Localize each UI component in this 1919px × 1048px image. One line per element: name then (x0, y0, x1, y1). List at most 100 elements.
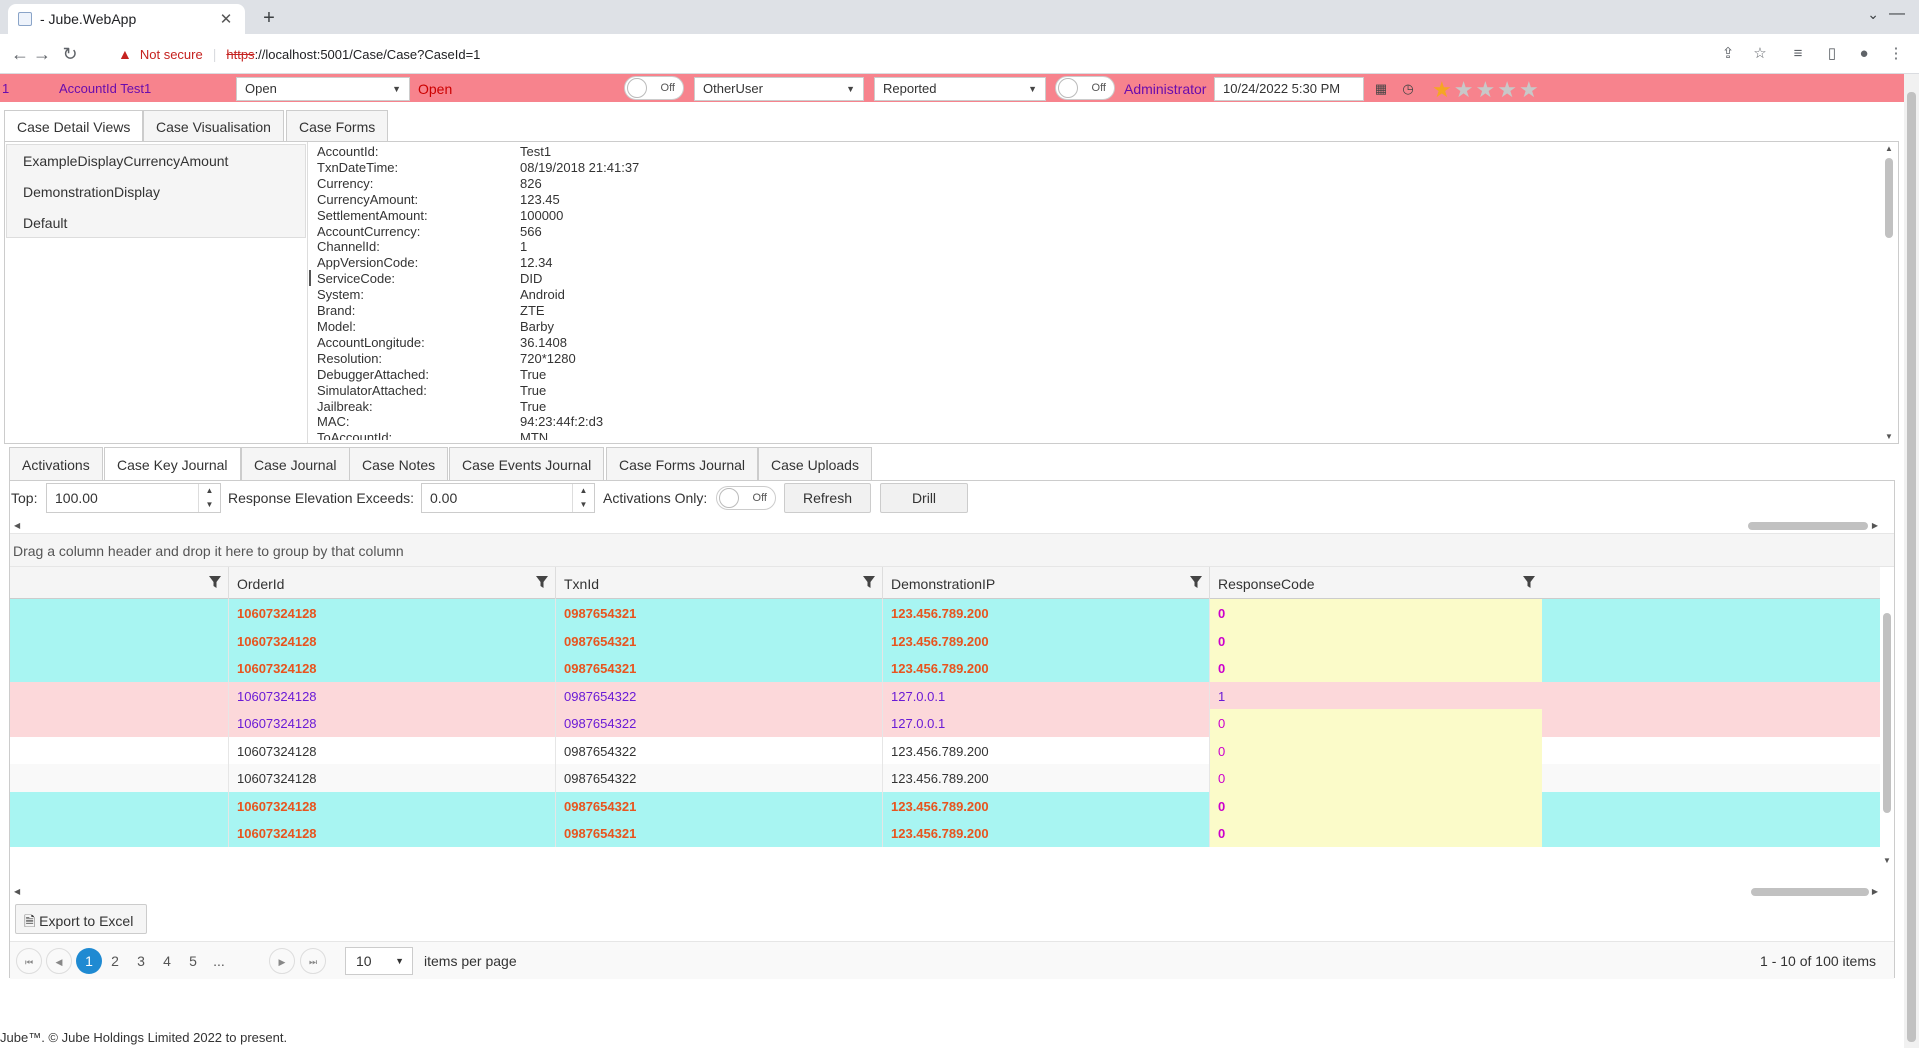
workflow-status-dropdown[interactable]: Reported ▼ (874, 77, 1046, 101)
tab-case-detail-views[interactable]: Case Detail Views (4, 110, 144, 143)
tab-case-key-journal[interactable]: Case Key Journal (104, 447, 241, 482)
table-row[interactable]: 10607324128 0987654322 123.456.789.200 0 (10, 764, 1880, 792)
bookmark-star-icon[interactable]: ☆ (1750, 44, 1770, 64)
toolbar-hscroll-thumb[interactable] (1748, 522, 1868, 530)
star-icon[interactable]: ★ (1497, 77, 1519, 102)
tab-case-journal[interactable]: Case Journal (241, 447, 350, 481)
reload-icon[interactable]: ↻ (58, 42, 82, 66)
next-page-icon[interactable]: ▶ (269, 948, 295, 974)
tab-case-notes[interactable]: Case Notes (349, 447, 449, 481)
tab-case-forms-journal[interactable]: Case Forms Journal (606, 447, 759, 481)
side-panel-icon[interactable]: ▯ (1822, 44, 1842, 64)
case-toggle-2[interactable]: Off (1055, 76, 1115, 100)
star-icon[interactable]: ★ (1519, 77, 1541, 102)
orderid-column-header[interactable]: OrderId (228, 567, 555, 599)
scroll-left-icon[interactable]: ◀ (14, 887, 20, 896)
top-spinner[interactable]: ▲ ▼ (198, 484, 220, 512)
minimize-icon[interactable]: — (1889, 5, 1905, 23)
top-input[interactable]: 100.00 ▲ ▼ (46, 483, 221, 513)
grid-hscrollbar[interactable]: ◀ ▶ (14, 885, 1878, 897)
table-row[interactable]: 10607324128 0987654322 123.456.789.200 0 (10, 736, 1880, 765)
grid-hscroll-thumb[interactable] (1751, 888, 1869, 896)
filter-icon[interactable] (208, 575, 222, 589)
table-row[interactable]: 10607324128 0987654321 123.456.789.200 0 (10, 654, 1880, 682)
tab-case-forms[interactable]: Case Forms (286, 110, 389, 142)
scroll-up-icon[interactable]: ▲ (1885, 144, 1893, 153)
last-page-icon[interactable]: ⏭ (300, 948, 326, 974)
filter-icon[interactable] (535, 575, 549, 589)
filter-icon[interactable] (1189, 575, 1203, 589)
table-row[interactable]: 10607324128 0987654321 123.456.789.200 0 (10, 626, 1880, 655)
spin-down-icon[interactable]: ▼ (573, 498, 594, 512)
rating-stars[interactable]: ★★★★★ (1432, 77, 1541, 103)
scroll-left-icon[interactable]: ◀ (14, 521, 20, 530)
back-arrow-icon[interactable]: ← (8, 42, 32, 66)
group-by-area[interactable]: Drag a column header and drop it here to… (10, 533, 1894, 567)
view-item[interactable]: Default (7, 207, 305, 238)
grid-vscroll-thumb[interactable] (1883, 613, 1891, 813)
user-dropdown[interactable]: OtherUser ▼ (694, 77, 864, 101)
star-icon[interactable]: ★ (1475, 77, 1497, 102)
filter-icon[interactable] (1522, 575, 1536, 589)
export-excel-button[interactable]: 🗎 Export to Excel (15, 904, 147, 934)
scroll-down-icon[interactable]: ▼ (1885, 432, 1893, 441)
row-indicator-column-header[interactable] (10, 567, 228, 599)
star-icon[interactable]: ★ (1454, 77, 1476, 102)
table-row[interactable]: 10607324128 0987654321 123.456.789.200 0 (10, 599, 1880, 627)
scroll-right-icon[interactable]: ▶ (1872, 887, 1878, 896)
clock-icon[interactable]: ◷ (1397, 78, 1419, 100)
drill-button[interactable]: Drill (880, 483, 968, 513)
case-toggle-1[interactable]: Off (624, 76, 684, 100)
tab-case-visualisation[interactable]: Case Visualisation (143, 110, 284, 142)
responsecode-column-header[interactable]: ResponseCode (1209, 567, 1542, 599)
first-page-icon[interactable]: ⏮ (16, 948, 42, 974)
table-row[interactable]: 10607324128 0987654322 127.0.0.1 0 (10, 709, 1880, 737)
table-row[interactable]: 10607324128 0987654321 123.456.789.200 0 (10, 791, 1880, 820)
view-item[interactable]: ExampleDisplayCurrencyAmount (7, 145, 305, 176)
tab-search-chevron-icon[interactable]: ⌄ (1867, 6, 1879, 23)
table-row[interactable]: 10607324128 0987654322 127.0.0.1 1 (10, 681, 1880, 710)
browser-menu-icon[interactable]: ⋮ (1886, 44, 1906, 64)
reading-list-icon[interactable]: ≡ (1788, 44, 1808, 64)
tab-case-events-journal[interactable]: Case Events Journal (449, 447, 605, 481)
page-number[interactable]: 3 (128, 948, 154, 974)
browser-tab[interactable]: - Jube.WebApp ✕ (8, 4, 245, 34)
table-row[interactable]: 10607324128 0987654321 123.456.789.200 0 (10, 819, 1880, 847)
page-number[interactable]: 2 (102, 948, 128, 974)
page-number[interactable]: 1 (76, 948, 102, 974)
spin-up-icon[interactable]: ▲ (573, 484, 594, 498)
page-scrollbar-thumb[interactable] (1907, 92, 1916, 1042)
activations-only-toggle[interactable]: Off (716, 486, 776, 510)
spin-up-icon[interactable]: ▲ (199, 484, 220, 498)
star-icon[interactable]: ★ (1432, 77, 1454, 102)
new-tab-icon[interactable]: + (256, 6, 282, 32)
elevation-input[interactable]: 0.00 ▲ ▼ (421, 483, 595, 513)
demonstrationip-column-header[interactable]: DemonstrationIP (882, 567, 1209, 599)
url-field[interactable]: ▲ Not secure | https ://localhost:5001/C… (106, 39, 1756, 69)
toolbar-hscrollbar[interactable]: ◀ ▶ (14, 519, 1878, 531)
splitter-grip[interactable] (309, 270, 311, 286)
status-dropdown[interactable]: Open ▼ (236, 77, 410, 101)
detail-scrollbar[interactable]: ▲ ▼ (1882, 142, 1896, 443)
forward-arrow-icon[interactable]: → (30, 42, 54, 66)
scroll-down-icon[interactable]: ▼ (1883, 856, 1891, 865)
tab-case-uploads[interactable]: Case Uploads (758, 447, 872, 481)
date-input[interactable]: 10/24/2022 5:30 PM (1214, 77, 1364, 101)
filter-icon[interactable] (862, 575, 876, 589)
txnid-column-header[interactable]: TxnId (555, 567, 882, 599)
scroll-right-icon[interactable]: ▶ (1872, 521, 1878, 530)
detail-scrollbar-thumb[interactable] (1885, 158, 1893, 238)
tab-activations[interactable]: Activations (9, 447, 103, 481)
refresh-button[interactable]: Refresh (784, 483, 871, 513)
profile-avatar-icon[interactable]: ● (1854, 44, 1874, 64)
close-tab-icon[interactable]: ✕ (217, 10, 235, 28)
page-ellipsis[interactable]: ... (206, 948, 232, 974)
spin-down-icon[interactable]: ▼ (199, 498, 220, 512)
page-scrollbar[interactable] (1904, 74, 1919, 1048)
page-size-dropdown[interactable]: 10 ▼ (345, 947, 413, 975)
prev-page-icon[interactable]: ◀ (46, 948, 72, 974)
elevation-spinner[interactable]: ▲ ▼ (572, 484, 594, 512)
page-number[interactable]: 4 (154, 948, 180, 974)
page-number[interactable]: 5 (180, 948, 206, 974)
calendar-icon[interactable]: ▦ (1370, 78, 1392, 100)
